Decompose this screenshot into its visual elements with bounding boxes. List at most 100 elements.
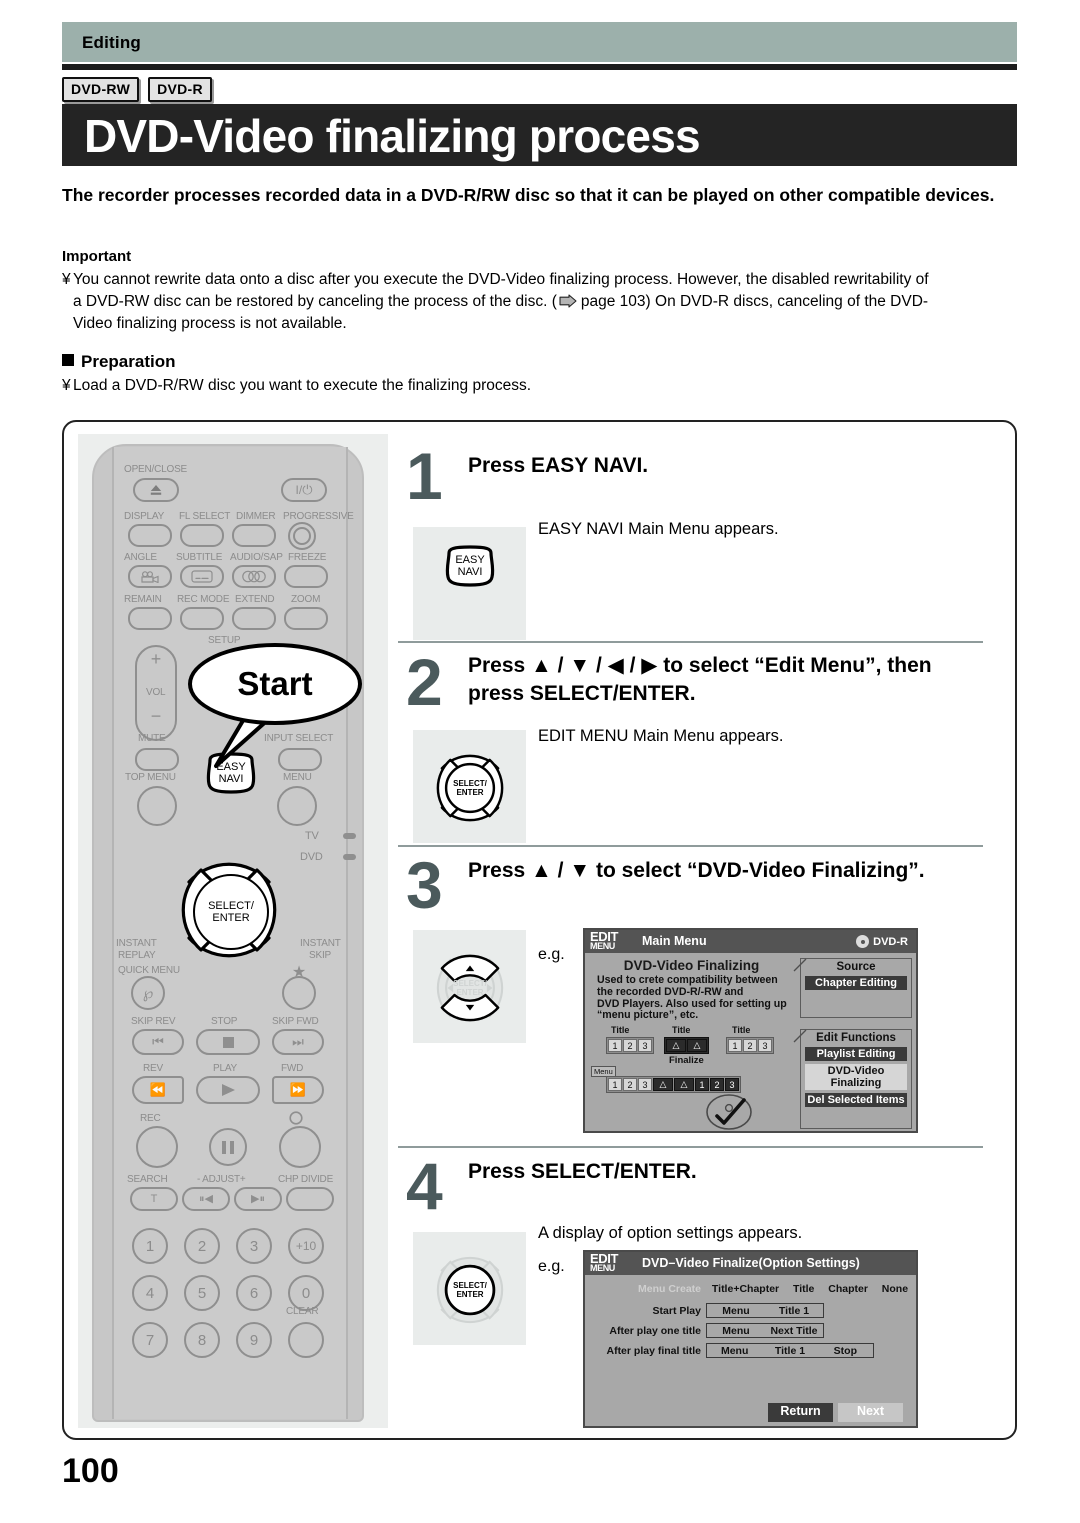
preparation-heading: Preparation [62, 352, 175, 372]
screen-disc-indicator: DVD-R [856, 935, 908, 948]
button-unlabeled[interactable] [279, 1126, 321, 1168]
button-number-9[interactable]: 9 [236, 1322, 272, 1358]
option-cell[interactable]: Menu [707, 1325, 765, 1337]
step-2-dpad-icon: SELECT/ ENTER [418, 736, 522, 840]
indicator-dvd-led [343, 854, 356, 860]
title-strip-3: 1 2 3 [726, 1037, 774, 1054]
button-number-6[interactable]: 6 [236, 1275, 272, 1311]
button-number-7[interactable]: 7 [132, 1322, 168, 1358]
button-number-2[interactable]: 2 [184, 1228, 220, 1264]
step-1-number: 1 [406, 439, 443, 513]
search-icon: T [150, 1193, 158, 1205]
volume-down-icon[interactable]: − [135, 705, 177, 727]
caption-title-3: Title [732, 1025, 751, 1035]
option-row-after-play-one-title: After play one title Menu Next Title [589, 1323, 824, 1338]
label-rev: REV [143, 1063, 163, 1074]
rewind-icon: ⏪ [149, 1082, 167, 1097]
chip: 3 [638, 1078, 652, 1091]
bullet-yen: ¥ [62, 377, 71, 394]
button-display[interactable] [128, 524, 172, 547]
step-1-subtext: EASY NAVI Main Menu appears. [538, 520, 779, 538]
option-cell[interactable]: Title 1 [762, 1345, 817, 1357]
button-top-menu[interactable] [137, 786, 177, 826]
camera-angle-icon [128, 565, 172, 588]
label-open-close: OPEN/CLOSE [124, 464, 188, 475]
button-chp-divide[interactable] [286, 1187, 334, 1211]
page-reference-arrow-icon [558, 293, 580, 308]
label-skip-rev: SKIP REV [131, 1016, 176, 1027]
label-finalize: Finalize [669, 1055, 704, 1066]
label-search: SEARCH [127, 1174, 168, 1185]
audio-icon [232, 565, 276, 588]
screen-titlebar: EDIT MENU DVD–Video Finalize(Option Sett… [585, 1252, 916, 1275]
label-rec: REC [140, 1113, 161, 1124]
step-2-subtext: EDIT MENU Main Menu appears. [538, 727, 784, 745]
chip: △ [653, 1078, 673, 1091]
button-dimmer[interactable] [232, 524, 276, 547]
button-number-4[interactable]: 4 [132, 1275, 168, 1311]
badge-dvd-rw: DVD-RW [62, 77, 140, 102]
step-separator-1 [398, 641, 983, 643]
button-number-8[interactable]: 8 [184, 1322, 220, 1358]
bullet-yen: ¥ [62, 271, 71, 288]
button-rec-mode[interactable] [180, 607, 224, 630]
button-number-5[interactable]: 5 [184, 1275, 220, 1311]
label-chp-divide: CHP DIVIDE [278, 1174, 334, 1185]
adjust-minus-icon: ⏸◀ [199, 1193, 213, 1205]
label-freeze: FREEZE [288, 552, 327, 563]
page-title: DVD-Video finalizing process [84, 110, 701, 162]
option-row-label: After play one title [609, 1324, 701, 1337]
button-fl-select[interactable] [180, 524, 224, 547]
skip-rev-icon: ⏮ [152, 1034, 164, 1049]
button-clear[interactable] [288, 1322, 324, 1358]
button-rec[interactable] [136, 1126, 178, 1168]
disc-check-icon [704, 1094, 754, 1135]
button-number-1[interactable]: 1 [132, 1228, 168, 1264]
button-plus-ten[interactable]: +10 [288, 1228, 324, 1264]
button-next[interactable]: Next [838, 1403, 903, 1422]
option-cell[interactable]: Stop [818, 1345, 873, 1357]
button-instant-skip[interactable] [282, 976, 316, 1010]
option-row-label: Menu Create [637, 1283, 701, 1295]
button-mute[interactable] [135, 748, 179, 771]
screen-edit-main-menu: EDIT MENU Main Menu DVD-R DVD-Video Fina… [583, 928, 918, 1133]
badge-dvd-r: DVD-R [148, 77, 212, 102]
option-chapter-editing[interactable]: Chapter Editing [805, 976, 907, 990]
volume-up-icon[interactable]: + [135, 648, 177, 670]
stop-icon [196, 1029, 260, 1055]
button-number-3[interactable]: 3 [236, 1228, 272, 1264]
label-vol: VOL [146, 687, 166, 698]
option-cell[interactable]: Menu [707, 1345, 762, 1357]
option-cell[interactable]: None [882, 1283, 908, 1295]
option-playlist-editing[interactable]: Playlist Editing [805, 1047, 907, 1061]
option-cell[interactable]: Chapter [828, 1283, 868, 1295]
option-row-values: Menu Title 1 Stop [706, 1343, 874, 1358]
option-cell[interactable]: Next Title [765, 1325, 823, 1337]
label-instant-replay-2: REPLAY [118, 950, 156, 961]
button-input-select[interactable] [278, 748, 322, 771]
button-extend[interactable] [232, 607, 276, 630]
edit-menu-logo: EDIT MENU [590, 929, 619, 951]
button-freeze[interactable] [284, 565, 328, 588]
label-skip-fwd: SKIP FWD [272, 1016, 319, 1027]
button-zoom[interactable] [284, 607, 328, 630]
option-cell[interactable]: Title+Chapter [712, 1283, 779, 1295]
option-dvd-video-finalizing[interactable]: DVD-Video Finalizing [805, 1064, 907, 1090]
step-2-title-line-1: Press ▲ / ▼ / ◀ / ▶ to select “Edit Menu… [468, 654, 932, 677]
option-cell[interactable]: Title 1 [765, 1305, 823, 1317]
button-menu[interactable] [277, 786, 317, 826]
button-select-enter[interactable]: SELECT/ ENTER [193, 874, 269, 950]
intro-paragraph: The recorder processes recorded data in … [62, 185, 995, 205]
option-cell[interactable]: Menu [707, 1305, 765, 1317]
step-2-title-line-2: press SELECT/ENTER. [468, 682, 696, 705]
button-return[interactable]: Return [768, 1403, 833, 1422]
label-adjust: - ADJUST+ [197, 1174, 246, 1185]
option-cell[interactable]: Title [793, 1283, 814, 1295]
option-del-selected-items[interactable]: Del Selected Items [805, 1093, 907, 1107]
remote-dpad[interactable]: SELECT/ ENTER [155, 836, 303, 984]
fast-forward-icon: ⏩ [289, 1082, 307, 1097]
step-1-easy-navi-label: EASY NAVI [455, 554, 485, 578]
button-remain[interactable] [128, 607, 172, 630]
screen-option-settings: EDIT MENU DVD–Video Finalize(Option Sett… [583, 1250, 918, 1428]
source-box-caption: Source [836, 961, 876, 973]
